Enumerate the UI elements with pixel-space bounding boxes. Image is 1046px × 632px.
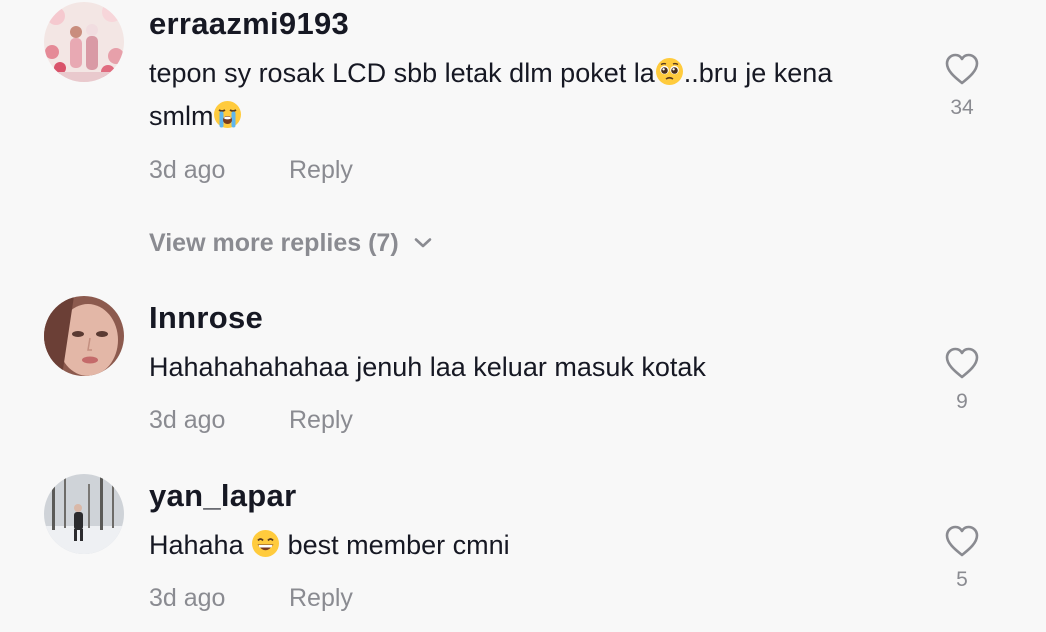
comment-meta: 3d ago Reply [149, 584, 353, 613]
reply-button[interactable]: Reply [289, 156, 353, 185]
like-control: 9 [938, 346, 986, 414]
avatar[interactable] [44, 2, 124, 82]
comment-username[interactable]: Innrose [149, 300, 263, 336]
comment-meta: 3d ago Reply [149, 156, 353, 185]
comment-text-part: best member cmni [280, 530, 510, 560]
comment-username[interactable]: erraazmi9193 [149, 6, 349, 42]
avatar[interactable] [44, 474, 124, 554]
like-count: 9 [956, 390, 968, 413]
grinning-face-emoji [251, 529, 280, 558]
comment-timestamp: 3d ago [149, 584, 226, 612]
loudly-crying-face-emoji [213, 100, 242, 129]
comment-item: Innrose Hahahahahahaa jenuh laa keluar m… [0, 280, 1046, 450]
comment-item: erraazmi9193 tepon sy rosak LCD sbb leta… [0, 0, 1046, 280]
view-more-replies-label: View more replies (7) [149, 229, 399, 257]
heart-icon[interactable] [944, 524, 980, 558]
like-control: 5 [938, 524, 986, 592]
comment-text-part: Hahaha [149, 530, 252, 560]
avatar[interactable] [44, 296, 124, 376]
comment-timestamp: 3d ago [149, 406, 226, 434]
like-count: 5 [956, 568, 968, 591]
comment-timestamp: 3d ago [149, 156, 226, 184]
pleading-face-emoji [655, 57, 684, 86]
reply-button[interactable]: Reply [289, 584, 353, 613]
comment-text: Hahaha best member cmni [149, 524, 889, 567]
comment-meta: 3d ago Reply [149, 406, 353, 435]
comment-text-part: tepon sy rosak LCD sbb letak dlm poket l… [149, 58, 655, 88]
chevron-down-icon [413, 227, 433, 256]
view-more-replies-button[interactable]: View more replies (7) [149, 227, 433, 258]
like-control: 34 [938, 52, 986, 120]
comment-item: yan_lapar Hahaha best member cmni 3d ago… [0, 458, 1046, 632]
comment-text: Hahahahahahaa jenuh laa keluar masuk kot… [149, 352, 706, 382]
heart-icon[interactable] [944, 346, 980, 380]
reply-button[interactable]: Reply [289, 406, 353, 435]
like-count: 34 [950, 96, 974, 119]
comment-text: tepon sy rosak LCD sbb letak dlm poket l… [149, 52, 889, 138]
comment-username[interactable]: yan_lapar [149, 478, 296, 514]
heart-icon[interactable] [944, 52, 980, 86]
